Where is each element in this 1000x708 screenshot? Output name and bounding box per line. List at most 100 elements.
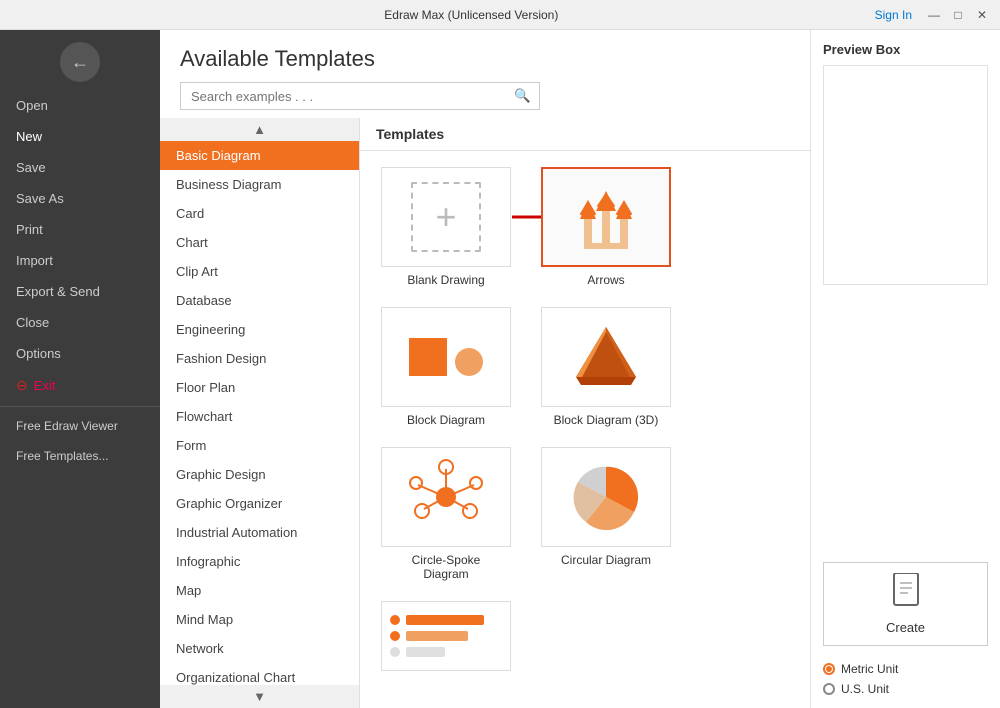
category-item-clipart[interactable]: Clip Art	[160, 257, 359, 286]
circular-thumb	[541, 447, 671, 547]
sidebar: ← Open New Save Save As Print Import Exp…	[0, 30, 160, 708]
category-label-mindmap: Mind Map	[176, 612, 233, 627]
category-label-business: Business Diagram	[176, 177, 282, 192]
template-block3d-label: Block Diagram (3D)	[554, 413, 659, 427]
category-item-infographic[interactable]: Infographic	[160, 547, 359, 576]
metric-unit-option[interactable]: Metric Unit	[823, 662, 988, 676]
sidebar-item-options[interactable]: Options	[0, 338, 160, 369]
create-button[interactable]: Create	[823, 562, 988, 646]
template-block-label: Block Diagram	[407, 413, 485, 427]
template-block3d[interactable]: Block Diagram (3D)	[536, 307, 676, 427]
category-item-mindmap[interactable]: Mind Map	[160, 605, 359, 634]
blank-plus-icon: +	[411, 182, 481, 252]
category-item-form[interactable]: Form	[160, 431, 359, 460]
templates-grid-area: Templates +	[360, 118, 810, 708]
category-label-engineering: Engineering	[176, 322, 245, 337]
sidebar-item-save-as[interactable]: Save As	[0, 183, 160, 214]
circular-icon	[566, 457, 646, 537]
search-button[interactable]: 🔍	[506, 83, 539, 109]
category-item-basic[interactable]: Basic Diagram	[160, 141, 359, 170]
category-item-engineering[interactable]: Engineering	[160, 315, 359, 344]
template-blank-label: Blank Drawing	[407, 273, 484, 287]
unit-options: Metric Unit U.S. Unit	[823, 662, 988, 696]
sidebar-divider	[0, 406, 160, 407]
sidebar-label-free-templates: Free Templates...	[16, 449, 108, 463]
sidebar-label-exit: Exit	[34, 378, 56, 393]
category-label-graphic: Graphic Design	[176, 467, 266, 482]
sidebar-label-print: Print	[16, 222, 43, 237]
category-label-organizer: Graphic Organizer	[176, 496, 282, 511]
template-bars[interactable]	[376, 601, 516, 681]
template-circle-spoke[interactable]: Circle-SpokeDiagram	[376, 447, 516, 581]
minimize-button[interactable]: —	[924, 5, 944, 25]
block-diagram-icon	[382, 308, 510, 406]
template-arrows-label: Arrows	[587, 273, 624, 287]
us-unit-option[interactable]: U.S. Unit	[823, 682, 988, 696]
sidebar-item-import[interactable]: Import	[0, 245, 160, 276]
bars-thumb	[381, 601, 511, 671]
sidebar-item-new[interactable]: New	[0, 121, 160, 152]
sidebar-label-options: Options	[16, 346, 61, 361]
back-button[interactable]: ←	[60, 42, 100, 82]
category-item-chart[interactable]: Chart	[160, 228, 359, 257]
template-blank[interactable]: +	[376, 167, 516, 287]
template-circular[interactable]: Circular Diagram	[536, 447, 676, 581]
category-label-chart: Chart	[176, 235, 208, 250]
category-item-flowchart[interactable]: Flowchart	[160, 402, 359, 431]
preview-title: Preview Box	[823, 42, 988, 57]
category-item-database[interactable]: Database	[160, 286, 359, 315]
category-item-network[interactable]: Network	[160, 634, 359, 663]
scroll-down-button[interactable]: ▼	[160, 685, 359, 708]
category-label-flowchart: Flowchart	[176, 409, 232, 424]
category-label-industrial: Industrial Automation	[176, 525, 297, 540]
create-label: Create	[886, 620, 925, 635]
create-icon	[890, 573, 922, 616]
main-layout: ← Open New Save Save As Print Import Exp…	[0, 30, 1000, 708]
metric-unit-label: Metric Unit	[841, 662, 898, 676]
category-item-business[interactable]: Business Diagram	[160, 170, 359, 199]
category-item-industrial[interactable]: Industrial Automation	[160, 518, 359, 547]
metric-radio[interactable]	[823, 663, 835, 675]
signin-link[interactable]: Sign In	[875, 8, 912, 22]
sidebar-item-free-viewer[interactable]: Free Edraw Viewer	[0, 411, 160, 441]
scroll-up-button[interactable]: ▲	[160, 118, 359, 141]
blank-thumb: +	[381, 167, 511, 267]
sidebar-item-free-templates[interactable]: Free Templates...	[0, 441, 160, 471]
restore-button[interactable]: □	[948, 5, 968, 25]
templates-grid: +	[360, 151, 810, 708]
template-block[interactable]: Block Diagram	[376, 307, 516, 427]
category-label-infographic: Infographic	[176, 554, 240, 569]
sidebar-item-print[interactable]: Print	[0, 214, 160, 245]
sidebar-item-close[interactable]: Close	[0, 307, 160, 338]
circle-spoke-thumb	[381, 447, 511, 547]
category-item-graphic[interactable]: Graphic Design	[160, 460, 359, 489]
block-thumb	[381, 307, 511, 407]
circle-spoke-icon	[406, 457, 486, 537]
preview-box	[823, 65, 988, 285]
sidebar-item-export[interactable]: Export & Send	[0, 276, 160, 307]
category-label-basic: Basic Diagram	[176, 148, 261, 163]
sidebar-label-export: Export & Send	[16, 284, 100, 299]
window-controls: — □ ✕	[924, 5, 992, 25]
category-item-organizer[interactable]: Graphic Organizer	[160, 489, 359, 518]
us-radio[interactable]	[823, 683, 835, 695]
sidebar-label-open: Open	[16, 98, 48, 113]
category-item-card[interactable]: Card	[160, 199, 359, 228]
category-label-database: Database	[176, 293, 232, 308]
templates-header: Templates	[360, 118, 810, 151]
us-unit-label: U.S. Unit	[841, 682, 889, 696]
sidebar-item-save[interactable]: Save	[0, 152, 160, 183]
sidebar-label-save: Save	[16, 160, 46, 175]
search-input[interactable]	[181, 84, 506, 109]
sidebar-item-open[interactable]: Open	[0, 90, 160, 121]
category-list: ▲ Basic Diagram Business Diagram Card Ch…	[160, 118, 360, 708]
arrows-thumb	[541, 167, 671, 267]
template-arrows[interactable]: Arrows	[536, 167, 676, 287]
category-item-map[interactable]: Map	[160, 576, 359, 605]
category-item-floorplan[interactable]: Floor Plan	[160, 373, 359, 402]
sidebar-item-exit[interactable]: ⊖ Exit	[0, 369, 160, 402]
template-circle-spoke-label: Circle-SpokeDiagram	[412, 553, 481, 581]
close-button[interactable]: ✕	[972, 5, 992, 25]
category-item-fashion[interactable]: Fashion Design	[160, 344, 359, 373]
content-area: Available Templates 🔍 ▲ Basic Diagram Bu…	[160, 30, 1000, 708]
